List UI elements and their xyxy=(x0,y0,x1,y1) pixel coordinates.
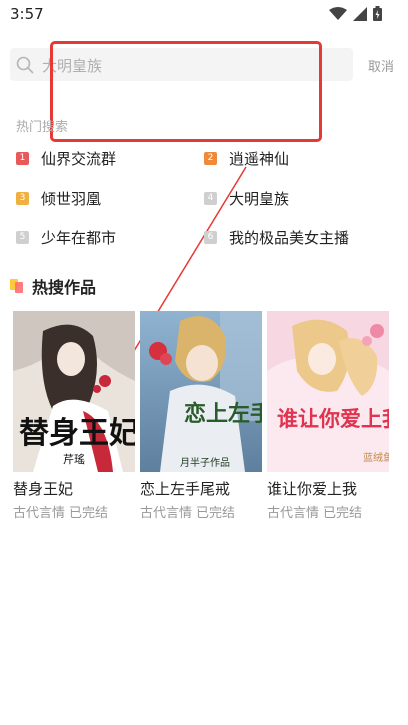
hot-search-label: 倾世羽凰 xyxy=(41,189,102,208)
book-category: 古代言情 xyxy=(267,506,320,521)
wifi-icon xyxy=(329,6,347,20)
search-input[interactable] xyxy=(40,52,344,79)
hot-search-label: 我的极品美女主播 xyxy=(229,228,350,247)
hot-search-item[interactable]: 6 我的极品美女主播 xyxy=(204,225,349,249)
book-cover: 替身王妃 芹瑤 xyxy=(13,311,135,472)
rank-badge: 2 xyxy=(204,151,217,165)
book-card[interactable]: 恋上左手尾戒 月半子作品 恋上左手尾戒 古代言情已完结 xyxy=(140,311,262,521)
book-cover: 谁让你爱上我 蓝绒鱼 xyxy=(267,311,389,472)
book-cover-art: 替身王妃 芹瑤 xyxy=(13,311,135,472)
book-cover-text: 替身王妃 xyxy=(19,416,135,451)
book-category: 古代言情 xyxy=(13,506,66,521)
signal-icon xyxy=(353,6,367,21)
hot-search-item[interactable]: 5 少年在都市 xyxy=(16,225,116,249)
status-time: 3:57 xyxy=(10,5,44,23)
rank-badge: 1 xyxy=(16,151,29,165)
hot-search-item[interactable]: 2 逍遥神仙 xyxy=(204,146,289,170)
book-category: 古代言情 xyxy=(140,506,193,521)
book-title: 谁让你爱上我 xyxy=(267,480,358,498)
hot-search-label: 逍遥神仙 xyxy=(229,149,290,168)
hot-search-item[interactable]: 3 倾世羽凰 xyxy=(16,186,101,210)
rank-badge: 5 xyxy=(16,230,29,244)
rank-badge: 3 xyxy=(16,191,29,205)
hot-search-item[interactable]: 4 大明皇族 xyxy=(204,186,289,210)
book-status: 已完结 xyxy=(196,506,236,521)
book-cover-text: 恋上左手尾戒 xyxy=(184,401,262,427)
hot-search-label: 大明皇族 xyxy=(229,189,290,208)
hot-works-title: 热搜作品 xyxy=(32,278,97,297)
hot-search-label: 仙界交流群 xyxy=(41,149,117,168)
book-cover-author: 蓝绒鱼 xyxy=(363,451,389,464)
book-title: 替身王妃 xyxy=(13,480,74,498)
book-status: 已完结 xyxy=(323,506,363,521)
rank-badge: 4 xyxy=(204,191,217,205)
hot-search-title: 热门搜索 xyxy=(16,120,69,135)
status-bar: 3:57 xyxy=(0,0,408,30)
cancel-button[interactable]: 取消 xyxy=(368,56,394,75)
search-box[interactable] xyxy=(10,48,353,81)
book-cover-text: 谁让你爱上我 xyxy=(277,406,389,431)
battery-icon xyxy=(373,6,382,21)
book-cover-art: 谁让你爱上我 蓝绒鱼 xyxy=(267,311,389,472)
hot-works-header: 热搜作品 xyxy=(10,274,96,298)
search-row: 取消 xyxy=(10,48,400,82)
book-cover-author: 芹瑤 xyxy=(63,453,85,466)
book-status: 已完结 xyxy=(69,506,109,521)
hot-search-item[interactable]: 1 仙界交流群 xyxy=(16,146,116,170)
book-title: 恋上左手尾戒 xyxy=(140,480,231,498)
book-card[interactable]: 替身王妃 芹瑤 替身王妃 古代言情 已完结 xyxy=(13,311,135,521)
hot-works-icon xyxy=(10,279,24,293)
book-card[interactable]: 谁让你爱上我 蓝绒鱼 谁让你爱上我 古代言情已完结 xyxy=(267,311,389,521)
book-cover-author: 月半子作品 xyxy=(180,456,230,469)
rank-badge: 6 xyxy=(204,230,217,244)
hot-search-label: 少年在都市 xyxy=(41,228,117,247)
search-icon xyxy=(16,56,34,74)
book-cover: 恋上左手尾戒 月半子作品 xyxy=(140,311,262,472)
book-cover-art: 恋上左手尾戒 月半子作品 xyxy=(140,311,262,472)
